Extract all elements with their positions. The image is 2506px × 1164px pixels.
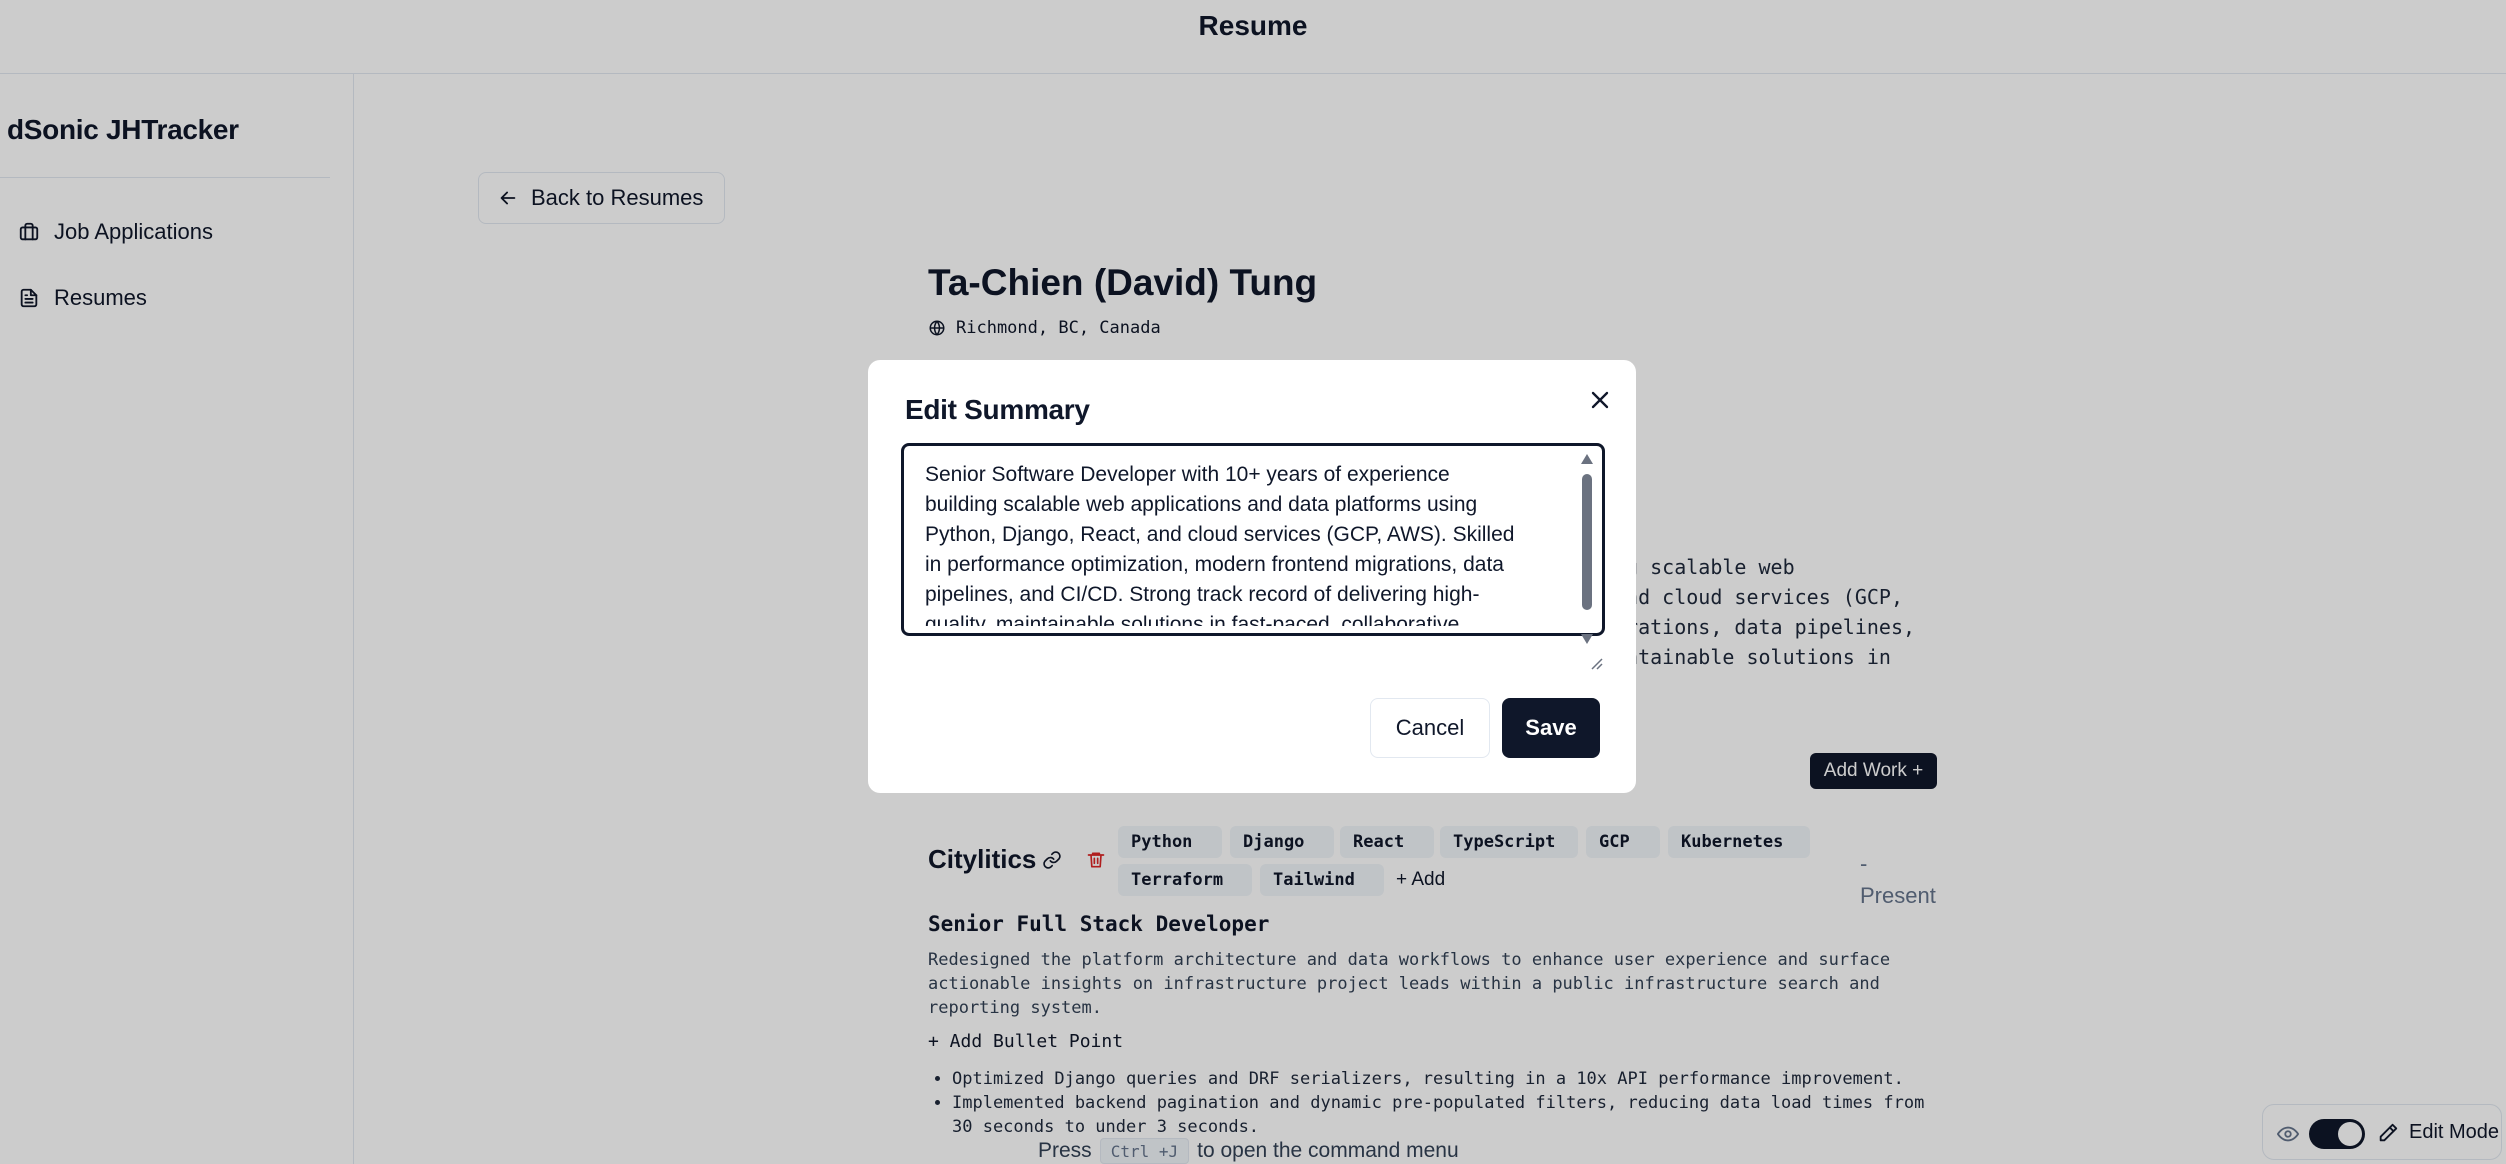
resize-handle-icon[interactable] <box>1589 656 1603 670</box>
scroll-up-arrow-icon[interactable] <box>1581 454 1593 464</box>
save-button[interactable]: Save <box>1502 698 1600 758</box>
cancel-button[interactable]: Cancel <box>1370 698 1490 758</box>
scroll-down-arrow-icon[interactable] <box>1581 634 1593 644</box>
close-icon[interactable] <box>1586 386 1614 414</box>
scroll-thumb[interactable] <box>1582 474 1592 610</box>
textarea-scrollbar[interactable] <box>1578 454 1596 644</box>
summary-textarea-value[interactable]: Senior Software Developer with 10+ years… <box>925 460 1565 626</box>
dialog-title: Edit Summary <box>905 394 1090 425</box>
edit-summary-dialog: Edit Summary Senior Software Developer w… <box>868 360 1636 793</box>
summary-textarea[interactable]: Senior Software Developer with 10+ years… <box>901 443 1605 670</box>
